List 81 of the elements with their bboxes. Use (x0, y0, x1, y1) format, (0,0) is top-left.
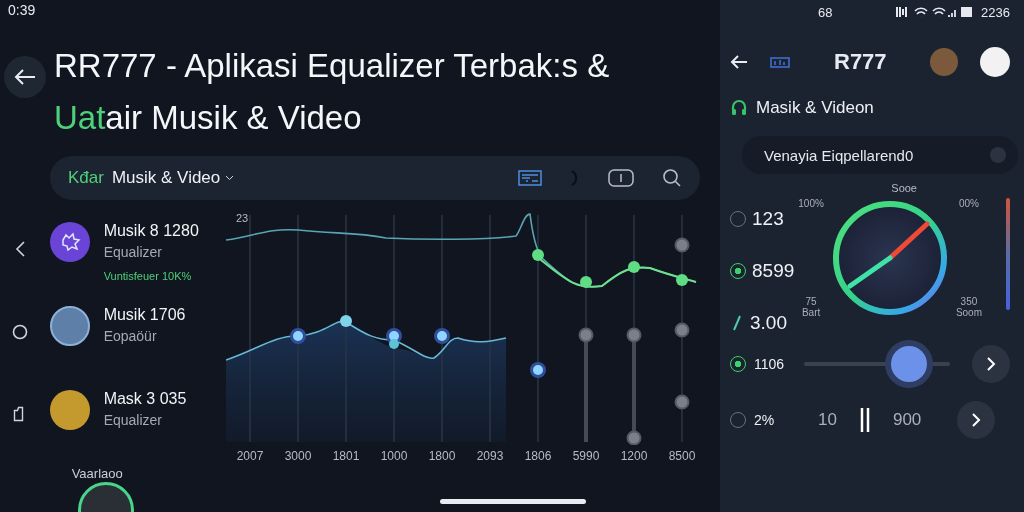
toggle-icon[interactable] (608, 169, 634, 187)
position-time: 10 (818, 410, 837, 430)
frequency-label: 2007 (235, 449, 265, 463)
preset-status: Vuntisfeuer 10K% (103, 270, 193, 282)
dial-label: 350 Soom (955, 296, 982, 318)
eq-handle[interactable] (340, 315, 352, 327)
dial-label: 75 Bart (800, 296, 822, 318)
back-button[interactable] (4, 56, 46, 98)
app-title: R777 (834, 49, 888, 75)
dial-label: 100% (798, 198, 824, 209)
slider[interactable] (804, 344, 950, 384)
dial-label: Sooe (891, 182, 917, 194)
chevron-right-icon (986, 356, 996, 372)
preset-title: Mask 3 035 (103, 390, 187, 408)
pause-icon[interactable] (858, 407, 871, 433)
photo-placeholder[interactable] (980, 47, 1010, 77)
readout-value: 2% (754, 412, 776, 428)
section-label: Masik & Videon (756, 98, 874, 118)
frequency-label: 1200 (619, 449, 649, 463)
frequency-label: 1800 (427, 449, 457, 463)
next-button[interactable] (957, 401, 996, 439)
radio-button[interactable] (730, 263, 746, 279)
frequency-label: 8500 (667, 449, 697, 463)
preset-subtitle: Eopaöür (103, 328, 158, 344)
category-dropdown[interactable]: Musik & Video (111, 168, 235, 188)
readout-value: 1106 (754, 356, 786, 372)
search-icon[interactable] (662, 168, 682, 188)
frequency-label: 5990 (571, 449, 601, 463)
eq-handle[interactable] (290, 328, 306, 344)
eq-handle[interactable] (674, 322, 690, 338)
preset-item[interactable]: Mask 3 035 Equalizer (49, 378, 226, 462)
preset-title: Musik 8 1280 (103, 222, 199, 240)
status-time: 2236 (981, 4, 1010, 20)
eq-handle[interactable] (580, 276, 592, 288)
eq-handle[interactable] (626, 430, 642, 445)
eq-handle[interactable] (530, 362, 546, 378)
chevron-right-icon (971, 412, 982, 428)
duration-time: 900 (892, 410, 922, 430)
axis-label: 23 (236, 212, 249, 224)
eq-handle[interactable] (674, 237, 690, 253)
filter-label: Kđar (68, 168, 104, 188)
dial-label: 00% (957, 198, 980, 209)
eq-handle[interactable] (626, 327, 642, 343)
next-button[interactable] (972, 345, 1010, 383)
eq-handle[interactable] (532, 249, 544, 261)
equalizer-icon[interactable] (518, 170, 542, 186)
eq-handle[interactable] (434, 328, 450, 344)
caret-icon (225, 175, 235, 181)
back-arrow-icon (14, 68, 36, 86)
eq-handle[interactable] (628, 261, 640, 273)
frequency-label: 1801 (331, 449, 361, 463)
equalizer-icon[interactable] (770, 56, 790, 68)
frequency-label: 2093 (475, 449, 505, 463)
preset-subtitle: Equalizer (103, 412, 163, 428)
frequency-label: 1000 (379, 449, 409, 463)
eq-handle[interactable] (578, 327, 594, 343)
preset-subtitle: Equalizer (103, 244, 163, 260)
photo-placeholder (49, 306, 90, 346)
page-title: RR777 - Aplikasi Equalizer Terbak:s & Uatair Musik & Video (54, 46, 610, 138)
network-label: 68 (818, 4, 833, 20)
eq-handle[interactable] (674, 394, 690, 410)
readout-value: 123 (752, 208, 784, 230)
radio-button[interactable] (730, 356, 746, 372)
preset-item[interactable]: Musik 1706 Eopaöür (49, 294, 226, 378)
photo-placeholder (49, 390, 90, 430)
frequency-label: 3000 (283, 449, 313, 463)
bottom-label: Vaarlaoo (71, 466, 124, 481)
eq-handle[interactable] (676, 274, 688, 286)
readout-value: 3.00 (750, 312, 787, 334)
preset-field[interactable]: Venayia Eiqpellarend0 (742, 136, 1018, 174)
back-arrow-icon[interactable] (730, 54, 748, 70)
circle-icon[interactable] (11, 324, 28, 340)
status-time: 0:39 (8, 2, 36, 18)
chevron-left-icon[interactable] (13, 240, 26, 258)
headphones-icon (730, 99, 748, 117)
frequency-label: 1806 (523, 449, 553, 463)
preset-title: Musik 1706 (103, 306, 186, 324)
readout-value: 8599 (752, 260, 795, 282)
eq-handle[interactable] (389, 339, 399, 349)
preset-item[interactable]: Musik 8 1280 Equalizer Vuntisfeuer 10K% (49, 210, 226, 294)
slash-icon (730, 314, 744, 332)
